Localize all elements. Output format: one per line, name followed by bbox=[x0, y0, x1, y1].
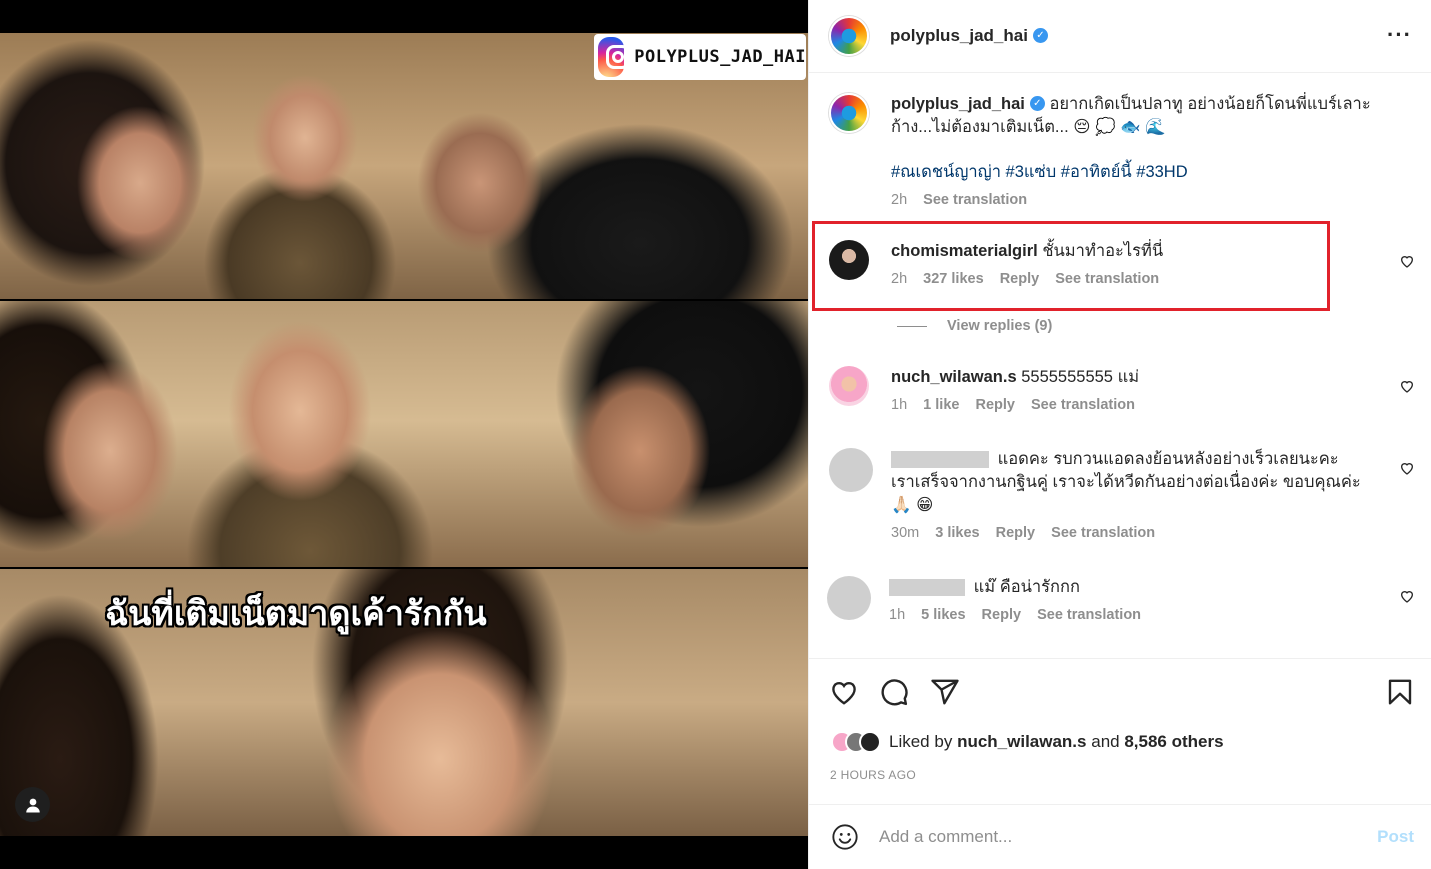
see-translation-link[interactable]: See translation bbox=[1031, 397, 1135, 413]
comment-text: ชั้นมาทำอะไรที่นี่ bbox=[1042, 242, 1164, 260]
media-panel-middle bbox=[0, 301, 808, 567]
comment-username[interactable]: nuch_wilawan.s bbox=[891, 368, 1017, 386]
bookmark-icon[interactable] bbox=[1385, 677, 1415, 707]
heart-icon[interactable] bbox=[1399, 588, 1415, 604]
commenter-avatar[interactable] bbox=[827, 576, 871, 620]
heart-icon[interactable] bbox=[1399, 253, 1415, 269]
comment-time[interactable]: 1h bbox=[889, 607, 905, 623]
caption-username[interactable]: polyplus_jad_hai bbox=[891, 95, 1025, 113]
see-translation-link[interactable]: See translation bbox=[1051, 525, 1155, 541]
caption: polyplus_jad_hai ✓ อยากเกิดเป็นปลาทู อย่า… bbox=[829, 93, 1389, 208]
comment-text: 5555555555 แม่ bbox=[1021, 368, 1140, 386]
comment-username[interactable]: chomismaterialgirl bbox=[891, 242, 1038, 260]
comment-item: chomismaterialgirl ชั้นมาทำอะไรที่นี่ 2h… bbox=[829, 240, 1171, 287]
comment-likes[interactable]: 3 likes bbox=[935, 525, 979, 541]
comment-item: แม๊ คือน่ารักกก 1h 5 likes Reply See tra… bbox=[827, 576, 1153, 623]
liked-by-user[interactable]: nuch_wilawan.s bbox=[957, 732, 1086, 751]
author-avatar[interactable] bbox=[829, 16, 869, 56]
liked-by-prefix: Liked by bbox=[889, 732, 953, 751]
caption-avatar[interactable] bbox=[829, 93, 869, 133]
view-replies-label: View replies (9) bbox=[947, 318, 1053, 334]
see-translation-link[interactable]: See translation bbox=[1037, 607, 1141, 623]
comment-time[interactable]: 1h bbox=[891, 397, 907, 413]
commenter-avatar[interactable] bbox=[829, 366, 869, 406]
heart-icon[interactable] bbox=[1399, 460, 1415, 476]
share-icon[interactable] bbox=[930, 677, 960, 707]
heart-icon[interactable] bbox=[829, 677, 859, 707]
post-header: polyplus_jad_hai ✓ ··· bbox=[809, 0, 1431, 73]
liked-by-others[interactable]: 8,586 others bbox=[1124, 732, 1223, 751]
reply-button[interactable]: Reply bbox=[982, 607, 1022, 623]
emoji-icon[interactable] bbox=[831, 823, 859, 851]
commenter-avatar[interactable] bbox=[829, 240, 869, 280]
comment-likes[interactable]: 1 like bbox=[923, 397, 959, 413]
post-media[interactable]: POLYPLUS_JAD_HAI ฉันที่เติมเน็ตมาดูเค้าร… bbox=[0, 0, 808, 869]
caption-hashtags[interactable]: #ณเดชน์ญาญ่า #3แซ่บ #อาทิตย์นี้ #33HD bbox=[891, 159, 1381, 185]
comment-icon[interactable] bbox=[879, 677, 909, 707]
reply-button[interactable]: Reply bbox=[1000, 271, 1040, 287]
redacted-username bbox=[889, 579, 965, 597]
verified-icon: ✓ bbox=[1029, 96, 1045, 112]
post-sidebar: polyplus_jad_hai ✓ ··· polyplus_jad_hai ✓ … bbox=[808, 0, 1431, 869]
comment-composer: Post bbox=[809, 804, 1431, 869]
divider bbox=[897, 325, 927, 327]
verified-icon: ✓ bbox=[1032, 28, 1048, 44]
tag-user-icon[interactable] bbox=[15, 787, 50, 822]
redacted-username bbox=[891, 451, 989, 469]
post-button[interactable]: Post bbox=[1377, 827, 1414, 847]
reply-button[interactable]: Reply bbox=[996, 525, 1036, 541]
instagram-logo bbox=[598, 37, 631, 77]
liked-by-and: and bbox=[1091, 732, 1120, 751]
caption-time[interactable]: 2h bbox=[891, 192, 907, 208]
heart-icon[interactable] bbox=[1399, 378, 1415, 394]
comment-likes[interactable]: 5 likes bbox=[921, 607, 965, 623]
more-icon[interactable]: ··· bbox=[1387, 22, 1412, 48]
author-username[interactable]: polyplus_jad_hai ✓ bbox=[890, 26, 1048, 46]
watermark-handle: POLYPLUS_JAD_HAI bbox=[634, 47, 806, 67]
likes-summary[interactable]: Liked by nuch_wilawan.s and 8,586 others bbox=[831, 731, 1224, 753]
post-actions: Liked by nuch_wilawan.s and 8,586 others… bbox=[809, 658, 1431, 804]
see-translation-link[interactable]: See translation bbox=[1055, 271, 1159, 287]
comment-time[interactable]: 2h bbox=[891, 271, 907, 287]
comment-item: nuch_wilawan.s 5555555555 แม่ 1h 1 like … bbox=[829, 366, 1147, 413]
instagram-watermark: POLYPLUS_JAD_HAI bbox=[594, 34, 806, 80]
reply-button[interactable]: Reply bbox=[975, 397, 1015, 413]
comment-time[interactable]: 30m bbox=[891, 525, 919, 541]
comment-likes[interactable]: 327 likes bbox=[923, 271, 983, 287]
comment-text: แม๊ คือน่ารักกก bbox=[973, 578, 1081, 596]
view-replies-button[interactable]: View replies (9) bbox=[897, 318, 1052, 334]
post-timestamp[interactable]: 2 HOURS AGO bbox=[830, 768, 916, 782]
avatar bbox=[859, 731, 881, 753]
commenter-avatar[interactable] bbox=[829, 448, 873, 492]
comment-input[interactable] bbox=[879, 827, 1349, 847]
meme-caption: ฉันที่เติมเน็ตมาดูเค้ารักกัน bbox=[105, 594, 487, 634]
comment-item: แอดคะ รบกวนแอดลงย้อนหลังอย่างเร็วเลยนะคะ… bbox=[829, 448, 1361, 541]
see-translation-link[interactable]: See translation bbox=[923, 192, 1027, 208]
